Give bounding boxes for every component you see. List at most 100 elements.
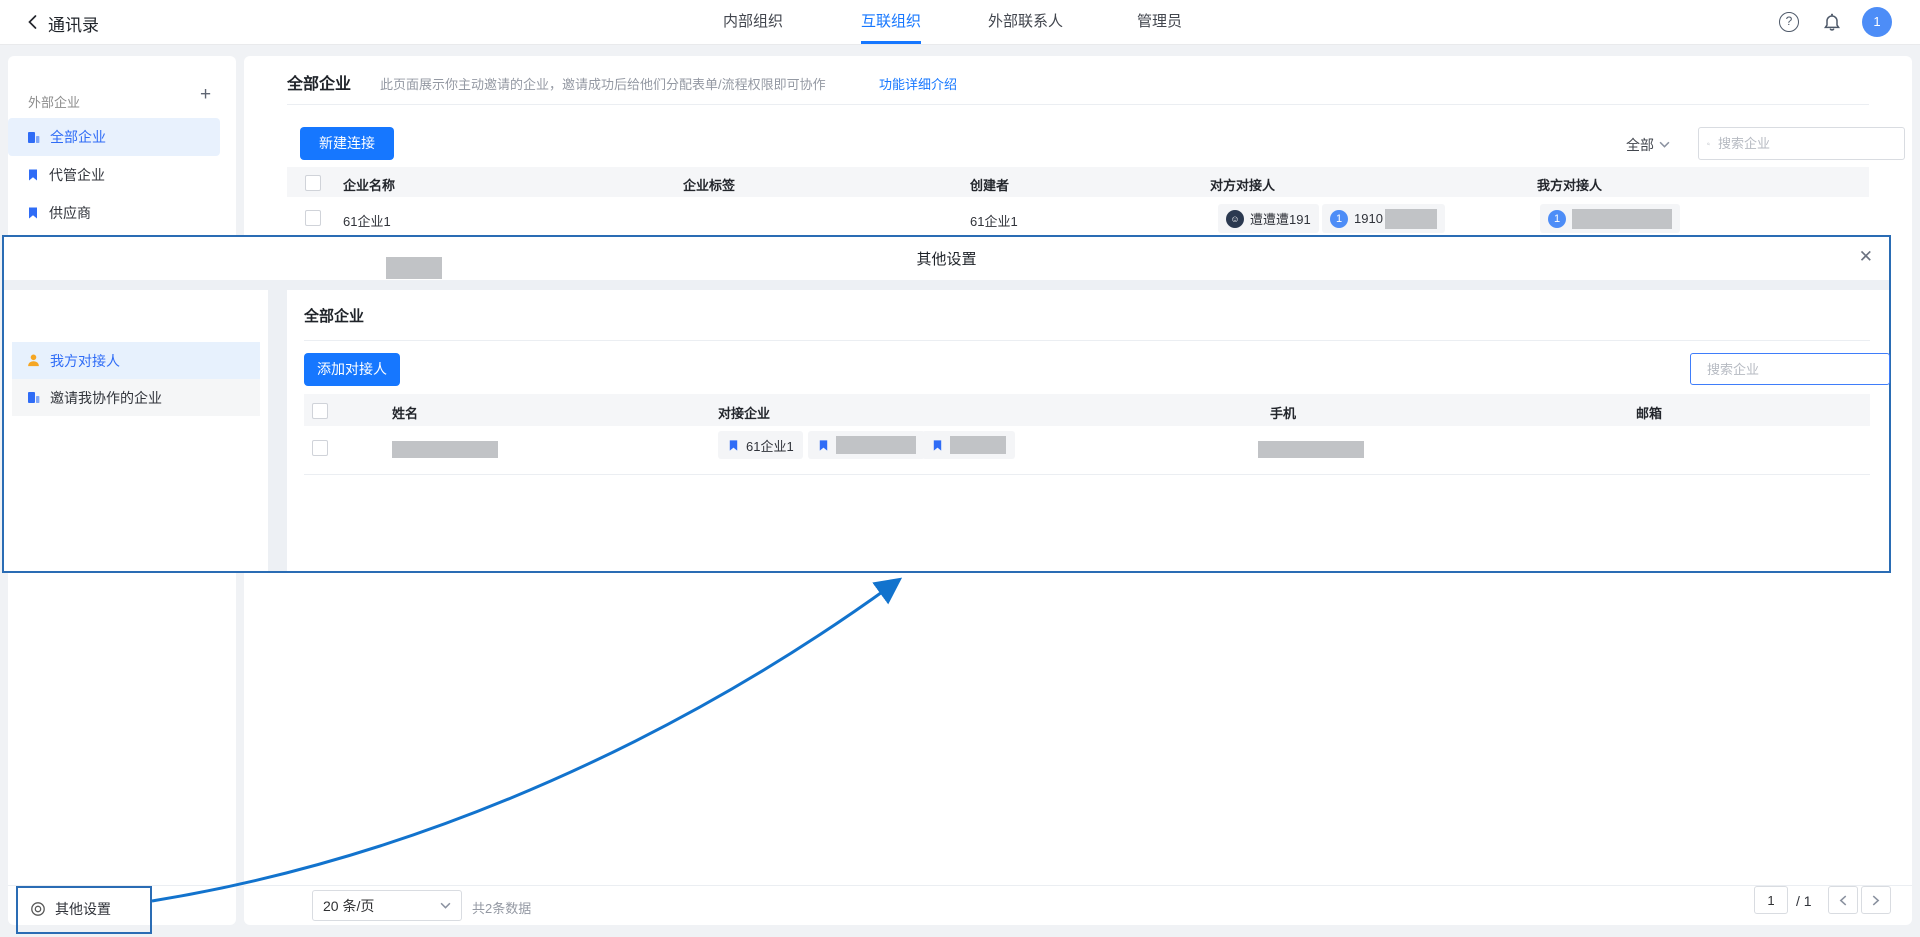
feature-intro-link[interactable]: 功能详细介绍 [879,74,957,93]
page-size-label: 20 条/页 [323,896,374,916]
magnifier-icon [1707,137,1710,151]
main-description: 此页面展示你主动邀请的企业，邀请成功后给他们分配表单/流程权限即可协作 [380,74,826,93]
redacted-block [392,441,498,458]
building-icon [26,130,41,145]
plus-icon[interactable]: + [200,84,211,106]
close-icon[interactable]: ✕ [1859,247,1873,267]
page-title: 通讯录 [48,11,99,36]
bookmark-icon [727,439,740,452]
redacted-block [1572,209,1672,229]
col-company-name: 企业名称 [343,175,395,194]
contact-avatar: 1 [1330,210,1348,228]
tab-internal-org[interactable]: 内部组织 [723,0,783,41]
redacted-block [1385,209,1437,229]
user-avatar[interactable]: 1 [1862,7,1892,37]
sidebar-header: 外部企业 [28,92,80,111]
modal-company-search [1690,353,1890,385]
top-bar: 通讯录 内部组织 互联组织 外部联系人 管理员 ? 1 [0,0,1920,45]
bookmark-icon [26,206,40,220]
page-number-input[interactable] [1754,886,1788,914]
settings-icon [30,901,46,917]
modal-row-checkbox[interactable] [312,440,328,456]
main-footer-divider [244,885,1912,886]
redacted-block [386,257,442,279]
linked-company-tag [922,431,1015,459]
linked-company-tag: 61企业1 [718,431,803,459]
sidebar-footer-divider [8,885,236,886]
chevron-left-icon [1839,895,1847,906]
help-icon[interactable]: ? [1779,12,1799,32]
col-email: 邮箱 [1636,403,1662,422]
cell-creator: 61企业1 [970,211,1018,230]
redacted-block [1258,441,1364,458]
linked-company-tag [808,431,925,459]
next-page-button[interactable] [1861,886,1891,914]
total-pages-label: / 1 [1796,893,1812,909]
modal-menu-item-our-contacts[interactable]: 我方对接人 [12,342,260,379]
bookmark-icon [26,168,40,182]
tab-interconnect-org[interactable]: 互联组织 [861,0,921,44]
modal-menu-item-invited-companies[interactable]: 邀请我协作的企业 [12,379,260,416]
back-button[interactable] [24,13,42,31]
add-contact-button[interactable]: 添加对接人 [304,353,400,386]
row-checkbox[interactable] [305,210,321,226]
bookmark-icon [817,439,830,452]
sidebar-item-label: 代管企业 [49,165,105,185]
main-header-divider [287,104,1869,105]
sidebar-item-all-companies[interactable]: 全部企业 [8,118,220,156]
prev-page-button[interactable] [1828,886,1858,914]
chevron-right-icon [1872,895,1880,906]
cell-company-name: 61企业1 [343,211,391,230]
bookmark-icon [931,439,944,452]
col-our-contact: 我方对接人 [1537,175,1602,194]
filter-dropdown-label: 全部 [1626,135,1654,155]
sidebar-item-managed-companies[interactable]: 代管企业 [8,156,220,194]
tab-admin[interactable]: 管理员 [1137,0,1182,41]
modal-menu-label: 邀请我协作的企业 [50,388,162,408]
col-creator: 创建者 [970,175,1009,194]
company-search-input[interactable] [1716,135,1896,152]
notification-bell-icon[interactable] [1822,12,1842,32]
contact-avatar: ☺ [1226,210,1244,228]
col-name: 姓名 [392,403,418,422]
contact-name: 遭遭遭191 [1250,209,1311,228]
contact-avatar: 1 [1548,210,1566,228]
col-counterpart-contact: 对方对接人 [1210,175,1275,194]
col-mobile: 手机 [1270,403,1296,422]
sidebar-item-suppliers[interactable]: 供应商 [8,194,220,232]
modal-body [287,290,1889,571]
modal-row-divider [304,474,1870,475]
modal-company-search-input[interactable] [1705,361,1885,378]
page-size-select[interactable]: 20 条/页 [312,890,462,921]
col-company-tag: 企业标签 [683,175,735,194]
redacted-block [836,436,916,454]
redacted-block [950,436,1006,454]
select-all-checkbox[interactable] [305,175,321,191]
filter-dropdown[interactable]: 全部 [1626,135,1670,155]
person-icon [26,353,41,368]
other-settings-label: 其他设置 [55,899,111,919]
modal-menu: 我方对接人 邀请我协作的企业 [4,290,268,571]
other-settings-modal: 其他设置 ✕ 我方对接人 邀请我协作的企业 全部企业 添加对接人 姓名 对接企业 [2,235,1891,573]
tab-external-contacts[interactable]: 外部联系人 [988,0,1063,41]
building-icon [26,390,41,405]
main-table-header [287,167,1869,197]
modal-title: 其他设置 [4,248,1889,269]
chevron-down-icon [1659,141,1670,149]
total-count-label: 共2条数据 [472,898,531,917]
our-contact-pill: 1 [1540,204,1680,233]
sidebar-item-label: 全部企业 [50,127,106,147]
modal-select-all-checkbox[interactable] [312,403,328,419]
new-connection-button[interactable]: 新建连接 [300,127,394,160]
counterpart-contact-pill: 1 1910 [1322,204,1445,233]
contact-name: 1910 [1354,211,1383,226]
modal-menu-label: 我方对接人 [50,351,120,371]
chevron-down-icon [440,902,451,910]
other-settings-button[interactable]: 其他设置 [30,899,210,919]
col-linked-company: 对接企业 [718,403,770,422]
counterpart-contact-pill: ☺ 遭遭遭191 [1218,204,1319,233]
modal-body-title: 全部企业 [304,305,364,326]
main-title: 全部企业 [287,70,351,94]
company-search [1698,127,1905,160]
app-root: 通讯录 内部组织 互联组织 外部联系人 管理员 ? 1 外部企业 + 全部企业 … [0,0,1920,937]
